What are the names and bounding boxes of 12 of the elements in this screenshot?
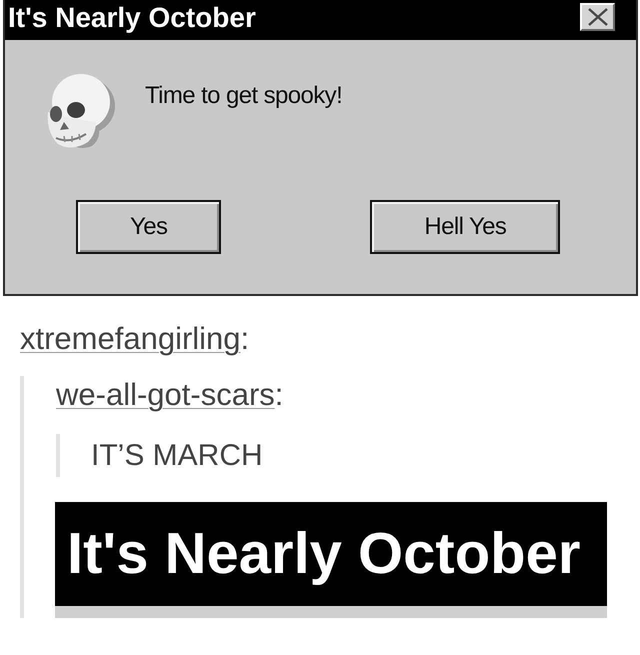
username-link[interactable]: we-all-got-scars [56,377,275,412]
dialog-message: Time to get spooky! [145,82,342,110]
window-title: It's Nearly October [67,520,580,588]
close-icon [586,8,608,26]
close-button[interactable] [580,3,615,31]
quote-text: IT’S MARCH [91,438,263,474]
dialog-button[interactable]: Hell Yes [370,200,560,254]
window-title: It's Nearly October [8,1,256,35]
username-link[interactable]: xtremefangirling [20,321,241,356]
reblog-attribution: xtremefangirling: [20,320,250,358]
dialog-button[interactable]: Yes [76,200,222,254]
reblog-attribution: we-all-got-scars: [56,376,284,414]
